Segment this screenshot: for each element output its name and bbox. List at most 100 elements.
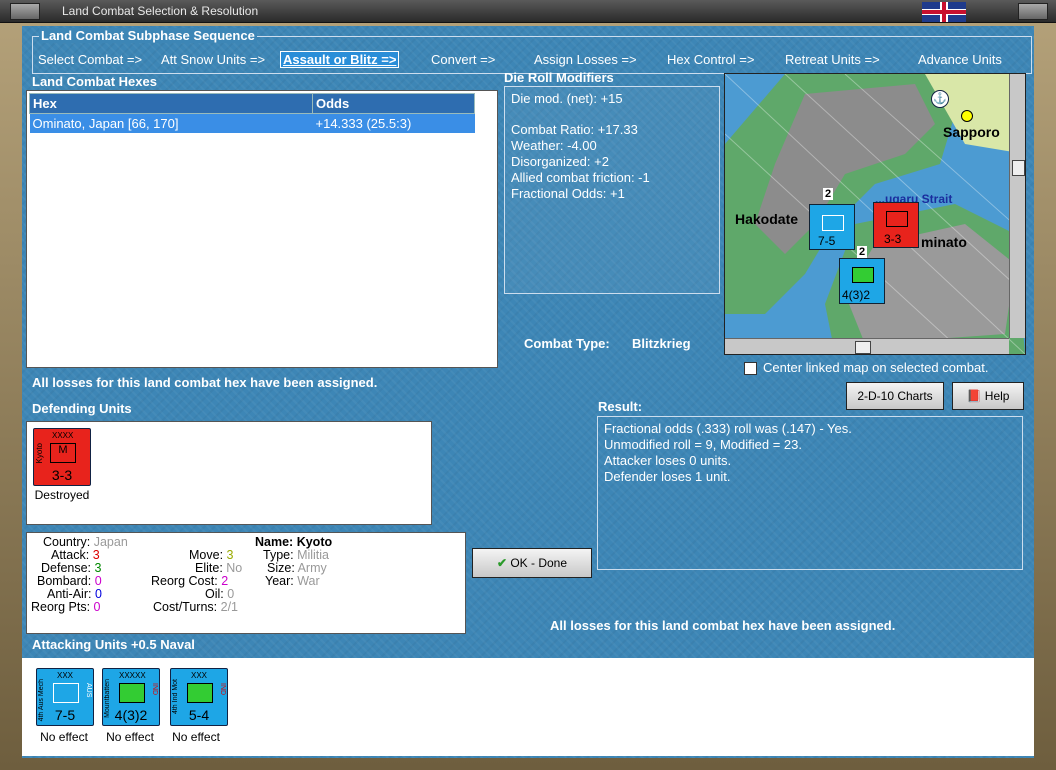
- defending-title: Defending Units: [32, 401, 132, 416]
- attacking-unit-mountbatten[interactable]: XXXXX Mountbatten IND 4(3)2: [102, 668, 160, 726]
- map-unit-a-value: 7-5: [818, 234, 836, 248]
- unit-symbol-icon: [852, 267, 874, 283]
- unit-info-panel: Country: Japan Attack: 3 Defense: 3 Bomb…: [26, 532, 466, 634]
- title-bar: Land Combat Selection & Resolution: [0, 0, 1056, 23]
- info-oil: 0: [227, 587, 235, 601]
- info-name: Kyoto: [296, 535, 333, 549]
- help-book-icon: 📕: [966, 389, 985, 403]
- step-att-snow-units[interactable]: Att Snow Units =>: [161, 52, 265, 67]
- attacking-unit-status: No effect: [106, 730, 154, 744]
- attacking-units-panel: XXX 4th Aus Mech AUS 7-5 No effect XXXXX…: [22, 658, 1034, 756]
- mod-disorganized: Disorganized: +2: [511, 154, 609, 169]
- map-vscroll-thumb[interactable]: [1012, 160, 1025, 176]
- window-title: Land Combat Selection & Resolution: [62, 4, 259, 18]
- stack-count-b: 2: [857, 246, 868, 258]
- info-bombard: 0: [94, 574, 102, 588]
- die-roll-title: Die Roll Modifiers: [504, 70, 614, 85]
- combat-type-value: Blitzkrieg: [632, 336, 691, 351]
- unit-symbol-icon: M: [50, 443, 76, 463]
- die-mod-net: Die mod. (net): +15: [511, 91, 623, 106]
- result-title: Result:: [598, 399, 643, 414]
- center-map-checkbox[interactable]: [744, 362, 757, 375]
- losses-assigned-msg-top: All losses for this land combat hex have…: [32, 375, 378, 390]
- result-line: Fractional odds (.333) roll was (.147) -…: [604, 421, 852, 436]
- result-line: Unmodified roll = 9, Modified = 23.: [604, 437, 802, 452]
- info-year: War: [297, 574, 320, 588]
- result-box: Fractional odds (.333) roll was (.147) -…: [597, 416, 1023, 570]
- hexes-title: Land Combat Hexes: [32, 74, 157, 89]
- step-select-combat[interactable]: Select Combat =>: [38, 52, 142, 67]
- step-advance-units[interactable]: Advance Units: [918, 52, 1002, 67]
- result-line: Attacker loses 0 units.: [604, 453, 732, 468]
- subphase-sequence: Land Combat Subphase Sequence Select Com…: [32, 28, 1032, 74]
- mod-allied-friction: Allied combat friction: -1: [511, 170, 650, 185]
- step-assault-or-blitz[interactable]: Assault or Blitz =>: [280, 51, 400, 68]
- anchor-icon: ⚓: [931, 90, 949, 108]
- uk-flag-icon: [922, 2, 966, 22]
- attacking-title: Attacking Units +0.5 Naval: [32, 637, 195, 652]
- info-reorgpts: 0: [93, 600, 101, 614]
- step-assign-losses[interactable]: Assign Losses =>: [534, 52, 637, 67]
- attacking-unit-ind-mot[interactable]: XXX 4th Ind Mot IND 5-4: [170, 668, 228, 726]
- unit-value: 7-5: [54, 707, 76, 723]
- charts-button[interactable]: 2-D-10 Charts: [846, 382, 944, 410]
- defending-units-panel: XXXX Kyoto M 3-3 Destroyed: [26, 421, 432, 525]
- step-convert[interactable]: Convert =>: [431, 52, 495, 67]
- unit-name: Kyoto: [35, 443, 44, 464]
- col-odds-header[interactable]: Odds: [312, 93, 475, 114]
- attacking-unit-status: No effect: [40, 730, 88, 744]
- city-marker-icon: [961, 110, 973, 122]
- odds-cell[interactable]: +14.333 (25.5:3): [312, 113, 475, 133]
- unit-nation: AUS: [85, 683, 92, 698]
- info-move: 3: [226, 548, 234, 562]
- hexes-list[interactable]: Hex Odds Ominato, Japan [66, 170] +14.33…: [26, 90, 498, 368]
- info-defense: 3: [94, 561, 102, 575]
- check-icon: ✔: [496, 556, 511, 570]
- info-country: Japan: [93, 535, 128, 549]
- unit-symbol-icon: [53, 683, 79, 703]
- map-horizontal-scrollbar[interactable]: [725, 338, 1009, 354]
- info-attack: 3: [92, 548, 100, 562]
- window-menu-button[interactable]: [10, 3, 40, 20]
- mod-weather: Weather: -4.00: [511, 138, 597, 153]
- col-hex-header[interactable]: Hex: [29, 93, 313, 114]
- defending-unit-kyoto[interactable]: XXXX Kyoto M 3-3: [33, 428, 91, 486]
- attacking-unit-aus-mech[interactable]: XXX 4th Aus Mech AUS 7-5: [36, 668, 94, 726]
- map-unit-kyoto[interactable]: 3-3: [873, 202, 919, 248]
- window-close-button[interactable]: [1018, 3, 1048, 20]
- map-unit-b-value: 4(3)2: [842, 288, 871, 302]
- hex-cell[interactable]: Ominato, Japan [66, 170]: [29, 113, 313, 133]
- ok-done-button[interactable]: ✔ OK - Done: [472, 548, 592, 578]
- map-unit-aus-mech[interactable]: 7-5: [809, 204, 855, 250]
- map-unit-mountbatten[interactable]: 4(3)2: [839, 258, 885, 304]
- hexes-table: Hex Odds Ominato, Japan [66, 170] +14.33…: [29, 93, 475, 133]
- info-antiair: 0: [94, 587, 102, 601]
- defending-unit-status: Destroyed: [34, 488, 90, 502]
- sequence-legend: Land Combat Subphase Sequence: [39, 28, 257, 43]
- unit-value: 3-3: [51, 467, 73, 483]
- step-retreat-units[interactable]: Retreat Units =>: [785, 52, 880, 67]
- map-hscroll-thumb[interactable]: [855, 341, 871, 354]
- center-map-label[interactable]: Center linked map on selected combat.: [763, 360, 988, 375]
- table-row[interactable]: Ominato, Japan [66, 170] +14.333 (25.5:3…: [29, 113, 475, 133]
- help-label: Help: [984, 389, 1010, 403]
- linked-map[interactable]: Sapporo Hakodate ...ugaru Strait minato …: [724, 73, 1026, 355]
- mod-fractional-odds: Fractional Odds: +1: [511, 186, 625, 201]
- unit-symbol-icon: [119, 683, 145, 703]
- map-label-sapporo: Sapporo: [943, 124, 1000, 140]
- map-label-ominato: minato: [921, 234, 967, 250]
- map-vertical-scrollbar[interactable]: [1009, 74, 1025, 338]
- main-panel: Land Combat Subphase Sequence Select Com…: [22, 26, 1034, 758]
- unit-size: XXXX: [52, 431, 74, 440]
- step-hex-control[interactable]: Hex Control =>: [667, 52, 754, 67]
- help-button[interactable]: 📕 Help: [952, 382, 1024, 410]
- info-elite: No: [226, 561, 243, 575]
- mod-combat-ratio: Combat Ratio: +17.33: [511, 122, 638, 137]
- ok-done-label: OK - Done: [510, 556, 568, 570]
- unit-value: 5-4: [188, 707, 210, 723]
- result-line: Defender loses 1 unit.: [604, 469, 731, 484]
- unit-symbol-icon: [886, 211, 908, 227]
- info-reorgcost: 2: [221, 574, 229, 588]
- losses-assigned-msg-bottom: All losses for this land combat hex have…: [550, 618, 896, 633]
- combat-type-label: Combat Type:: [524, 336, 610, 351]
